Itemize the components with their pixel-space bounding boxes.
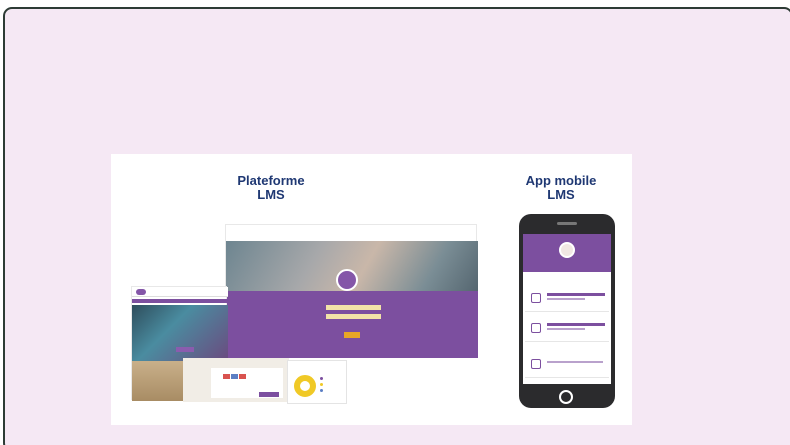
lms-title-line1: Plateforme [237, 173, 305, 188]
menu-item-sublabel [547, 328, 585, 330]
app-title-line1: App mobile [525, 173, 597, 188]
app-menu-item [525, 316, 609, 342]
phone-speaker [557, 222, 577, 225]
brand-logo-icon [336, 269, 358, 291]
home-button-icon [559, 390, 573, 404]
menu-item-label [547, 323, 605, 326]
menu-item-icon [531, 293, 541, 303]
menu-item-sublabel [547, 298, 585, 300]
app-title: App mobile LMS [516, 174, 606, 202]
donut-chart-icon [294, 375, 316, 397]
chip-red [223, 374, 230, 379]
hero-image [132, 305, 228, 361]
nav-bar [132, 299, 228, 303]
username-field [326, 305, 381, 310]
logo-icon [136, 289, 146, 295]
chip-red-2 [239, 374, 246, 379]
top-bar [132, 287, 228, 297]
page-frame: Plateforme LMS App mobile LMS [3, 7, 790, 445]
legend-dot [320, 377, 323, 380]
menu-item-icon [531, 323, 541, 333]
menu-item-label [547, 293, 605, 296]
phone-mockup [519, 214, 615, 408]
lms-course-screenshot [183, 358, 289, 402]
app-menu-item [525, 352, 609, 378]
lms-title: Plateforme LMS [221, 174, 321, 202]
lms-login-screenshot [225, 224, 478, 358]
avatar-icon [559, 242, 575, 258]
phone-screen [523, 234, 611, 384]
menu-item-icon [531, 359, 541, 369]
app-menu-item [525, 286, 609, 312]
chip-blue [231, 374, 238, 379]
app-header [523, 234, 611, 272]
menu-item-sublabel [547, 361, 603, 363]
lms-stats-screenshot [287, 360, 347, 404]
password-field [326, 314, 381, 319]
lms-title-line2: LMS [257, 187, 285, 202]
legend-dot [320, 389, 323, 392]
hero-button [176, 347, 194, 352]
course-button [259, 392, 279, 397]
login-button [344, 332, 360, 338]
login-band [226, 291, 478, 358]
app-title-line2: LMS [547, 187, 575, 202]
legend-dot [320, 383, 323, 386]
course-card [211, 368, 283, 398]
slide-image: Plateforme LMS App mobile LMS [111, 154, 632, 425]
